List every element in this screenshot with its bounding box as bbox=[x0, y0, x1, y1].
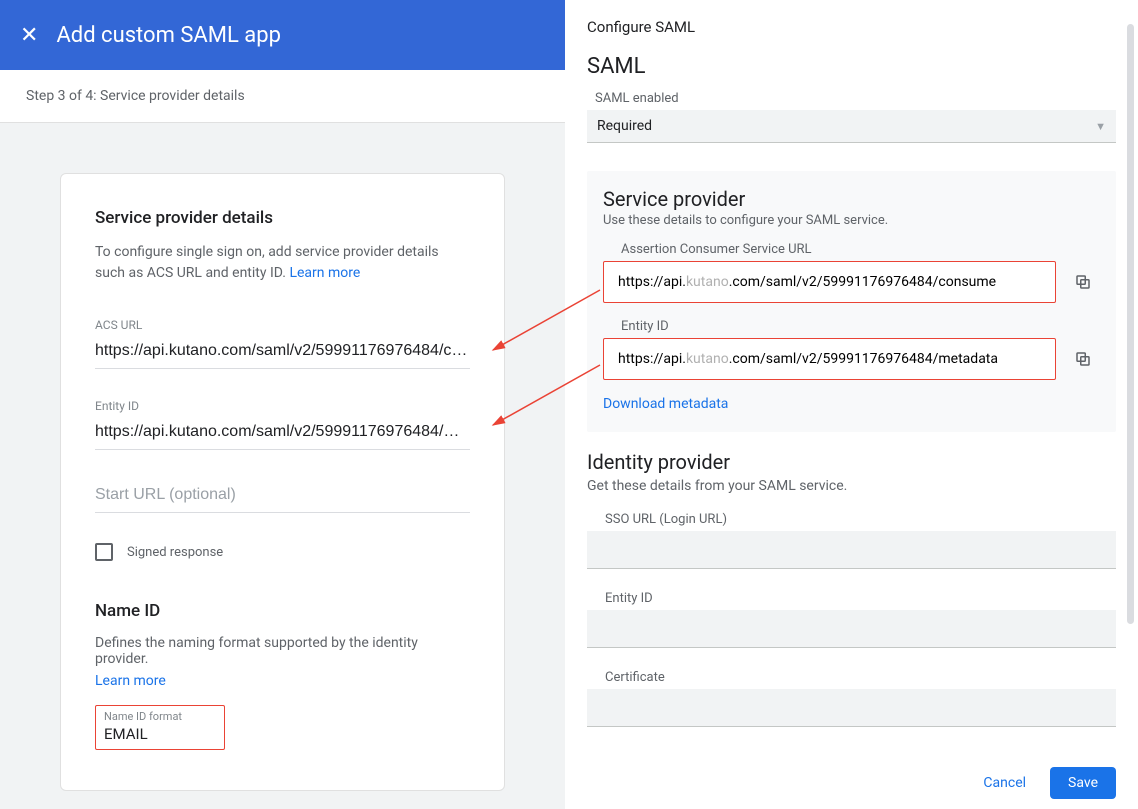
acs-url-label: ACS URL bbox=[95, 318, 470, 332]
start-url-input[interactable] bbox=[95, 480, 470, 513]
entity-id-label: Entity ID bbox=[95, 399, 470, 413]
idp-hint: Get these details from your SAML service… bbox=[587, 478, 1116, 494]
step-indicator: Step 3 of 4: Service provider details bbox=[0, 70, 565, 123]
certificate-input[interactable] bbox=[587, 689, 1116, 727]
signed-response-row: Signed response bbox=[95, 543, 470, 561]
sp-entity-label: Entity ID bbox=[603, 319, 1100, 334]
signed-response-label: Signed response bbox=[127, 545, 223, 560]
download-metadata-link[interactable]: Download metadata bbox=[603, 396, 728, 412]
sp-heading: Service provider bbox=[603, 187, 1100, 211]
entity-id-field: Entity ID bbox=[95, 399, 470, 450]
saml-enabled-select[interactable]: Required ▼ bbox=[587, 110, 1116, 143]
nameid-format-value: EMAIL bbox=[104, 725, 216, 743]
saml-enabled-value: Required bbox=[597, 118, 652, 134]
right-panel: Configure SAML SAML SAML enabled Require… bbox=[565, 0, 1138, 809]
card-description: To configure single sign on, add service… bbox=[95, 242, 470, 284]
nameid-format-select[interactable]: Name ID format EMAIL bbox=[95, 705, 225, 750]
sp-section: Service provider Use these details to co… bbox=[587, 171, 1116, 432]
nameid-learn-more-link[interactable]: Learn more bbox=[95, 673, 166, 689]
entity-id-input[interactable] bbox=[95, 417, 470, 450]
certificate-label: Certificate bbox=[587, 670, 1116, 685]
idp-entity-input[interactable] bbox=[587, 610, 1116, 648]
copy-icon[interactable] bbox=[1066, 342, 1100, 376]
cancel-button[interactable]: Cancel bbox=[969, 767, 1040, 799]
sp-hint: Use these details to configure your SAML… bbox=[603, 213, 1100, 228]
nameid-desc: Defines the naming format supported by t… bbox=[95, 635, 470, 667]
nameid-heading: Name ID bbox=[95, 601, 470, 621]
acs-url-field: ACS URL bbox=[95, 318, 470, 369]
sso-url-input[interactable] bbox=[587, 531, 1116, 569]
scrollbar[interactable] bbox=[1127, 24, 1134, 624]
idp-entity-label: Entity ID bbox=[587, 591, 1116, 606]
close-icon[interactable]: ✕ bbox=[20, 23, 38, 48]
sp-entity-value: https://api.kutano.com/saml/v2/599911769… bbox=[603, 338, 1056, 380]
saml-heading: SAML bbox=[587, 54, 1116, 79]
copy-icon[interactable] bbox=[1066, 265, 1100, 299]
learn-more-link[interactable]: Learn more bbox=[289, 265, 360, 281]
left-panel: ✕ Add custom SAML app Step 3 of 4: Servi… bbox=[0, 0, 565, 809]
signed-response-checkbox[interactable] bbox=[95, 543, 113, 561]
start-url-field bbox=[95, 480, 470, 513]
triangle-down-icon: ▼ bbox=[1095, 120, 1106, 133]
card-heading: Service provider details bbox=[95, 208, 470, 228]
sp-acs-label: Assertion Consumer Service URL bbox=[603, 242, 1100, 257]
modal-title: Add custom SAML app bbox=[56, 23, 281, 48]
sp-details-card: Service provider details To configure si… bbox=[60, 173, 505, 791]
sp-entity-row: https://api.kutano.com/saml/v2/599911769… bbox=[603, 338, 1100, 380]
nameid-format-label: Name ID format bbox=[104, 710, 216, 723]
sso-url-label: SSO URL (Login URL) bbox=[587, 512, 1116, 527]
acs-url-input[interactable] bbox=[95, 336, 470, 369]
sp-acs-value: https://api.kutano.com/saml/v2/599911769… bbox=[603, 261, 1056, 303]
idp-heading: Identity provider bbox=[587, 450, 1116, 474]
sp-acs-row: https://api.kutano.com/saml/v2/599911769… bbox=[603, 261, 1100, 303]
right-panel-title: Configure SAML bbox=[587, 18, 1116, 36]
right-footer: Cancel Save bbox=[969, 767, 1116, 799]
modal-header: ✕ Add custom SAML app bbox=[0, 0, 565, 70]
save-button[interactable]: Save bbox=[1050, 767, 1116, 799]
saml-enabled-label: SAML enabled bbox=[587, 91, 1116, 106]
